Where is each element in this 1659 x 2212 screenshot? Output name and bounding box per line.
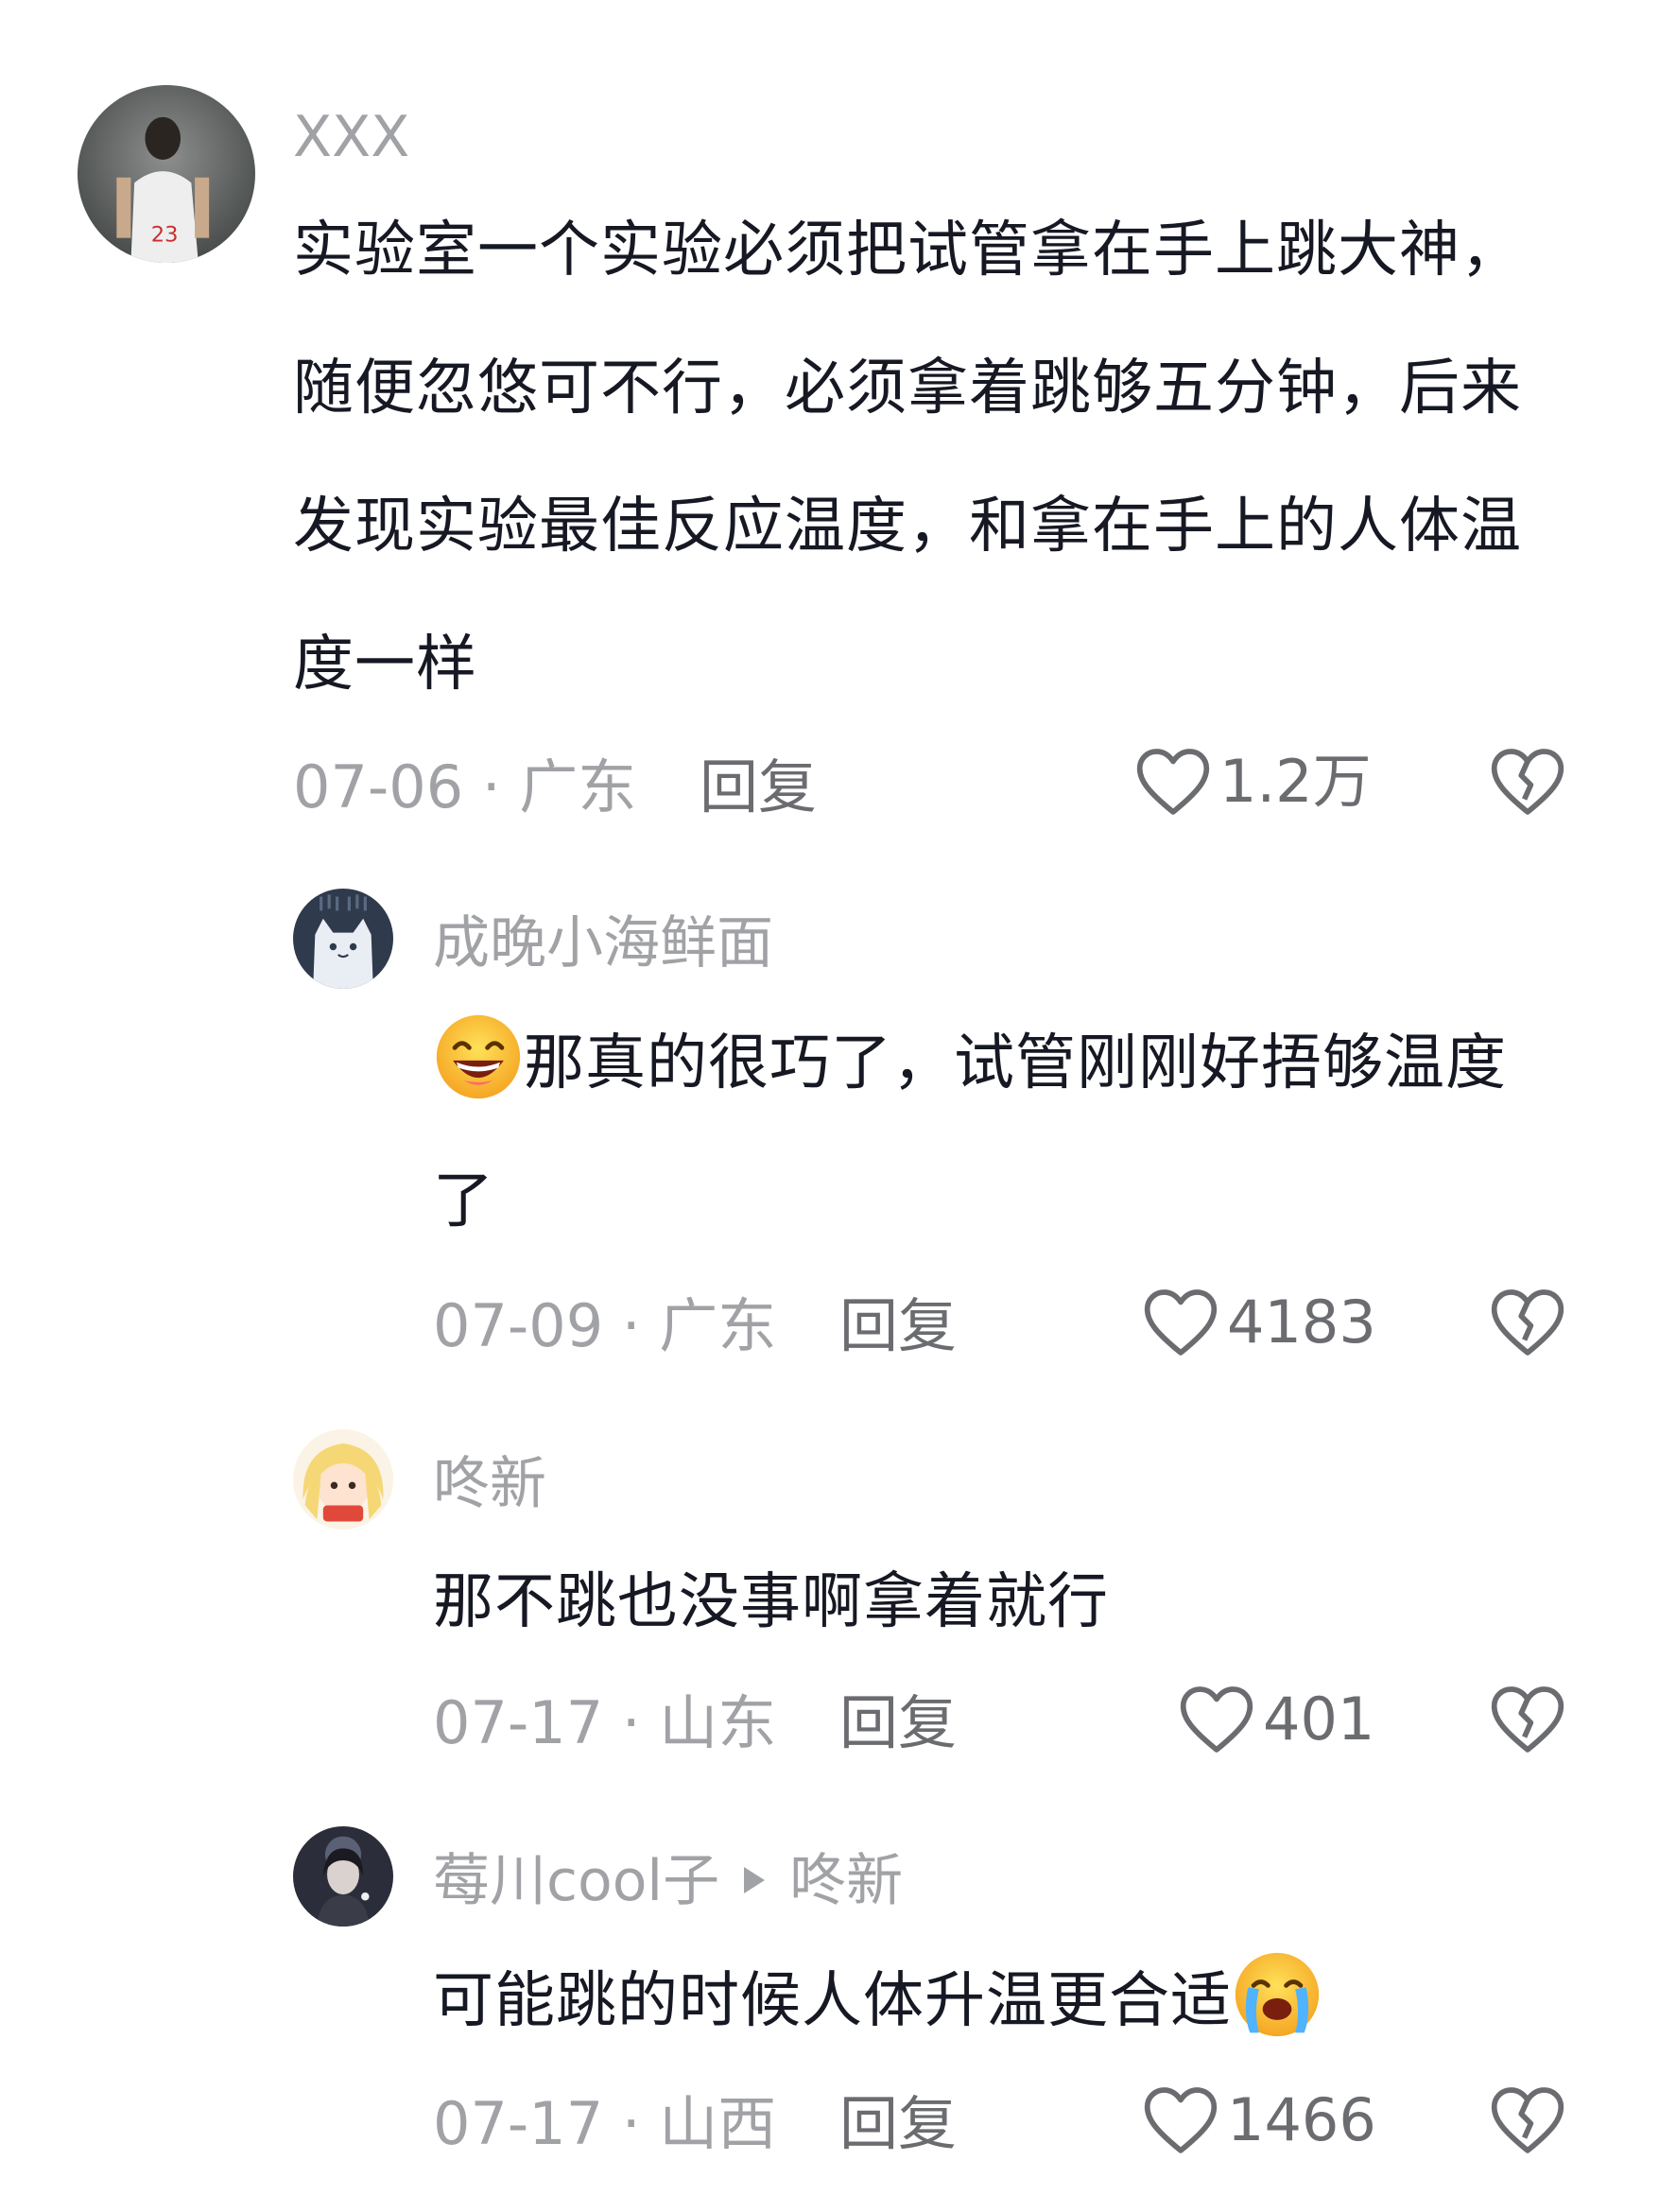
comment-text: 实验室一个实验必须把试管拿在手上跳大神，随便忽悠可不行，必须拿着跳够五分钟，后来… (293, 216, 1522, 700)
reply-arrow-icon (744, 1867, 766, 1894)
svg-text:23: 23 (151, 222, 179, 247)
avatar[interactable]: 23 (78, 85, 255, 263)
comment-text: 可能跳的时候人体升温更合适 (433, 1932, 1567, 2070)
heart-icon (1144, 2087, 1218, 2153)
comment-text: 那不跳也没事啊拿着就行 (433, 1567, 1109, 1637)
comment-date-location: 07-17 · 山西 (433, 2089, 777, 2158)
username[interactable]: 莓川cool子 (433, 1848, 719, 1914)
like-count: 401 (1263, 1685, 1375, 1754)
like-button[interactable]: 1466 (1142, 2085, 1376, 2155)
reply-to-username[interactable]: 咚新 (789, 1848, 903, 1914)
heart-icon (1180, 1686, 1253, 1753)
like-count: 1.2万 (1219, 747, 1372, 816)
broken-heart-icon[interactable] (1489, 2085, 1566, 2155)
comment-date-location: 07-06 · 广东 (293, 752, 637, 821)
broken-heart-icon[interactable] (1489, 1287, 1566, 1357)
username[interactable]: 成晚小海鲜面 (433, 915, 773, 972)
like-button[interactable]: 1.2万 (1134, 747, 1372, 817)
username[interactable]: 咚新 (433, 1456, 546, 1512)
reply-button[interactable]: 回复 (839, 1297, 957, 1356)
reply-header: 莓川cool子 咚新 (433, 1853, 903, 1910)
avatar[interactable] (293, 1826, 393, 1927)
broken-heart-icon[interactable] (1489, 1685, 1566, 1754)
like-button[interactable]: 401 (1178, 1685, 1374, 1754)
comment-text: 那真的很巧了，试管刚刚好捂够温度了 (433, 994, 1567, 1270)
loudly-crying-face-icon (1232, 1949, 1322, 2040)
username[interactable]: XXX (293, 109, 409, 165)
avatar[interactable] (293, 889, 393, 989)
comment-date-location: 07-17 · 山东 (433, 1688, 777, 1757)
reply-button[interactable]: 回复 (700, 758, 817, 817)
reply-button[interactable]: 回复 (839, 1694, 957, 1753)
grinning-squint-face-icon (433, 1011, 524, 1102)
comment-text-content: 那真的很巧了，试管刚刚好捂够温度了 (433, 1028, 1507, 1236)
heart-icon (1144, 1289, 1218, 1356)
broken-heart-icon[interactable] (1489, 747, 1566, 817)
heart-icon (1136, 749, 1210, 815)
comment-date-location: 07-09 · 广东 (433, 1291, 777, 1360)
reply-button[interactable]: 回复 (839, 2095, 957, 2153)
like-count: 4183 (1227, 1287, 1376, 1357)
comment-text-content: 可能跳的时候人体升温更合适 (433, 1966, 1232, 2036)
avatar[interactable] (293, 1429, 393, 1529)
like-button[interactable]: 4183 (1142, 1287, 1376, 1357)
like-count: 1466 (1227, 2085, 1376, 2154)
